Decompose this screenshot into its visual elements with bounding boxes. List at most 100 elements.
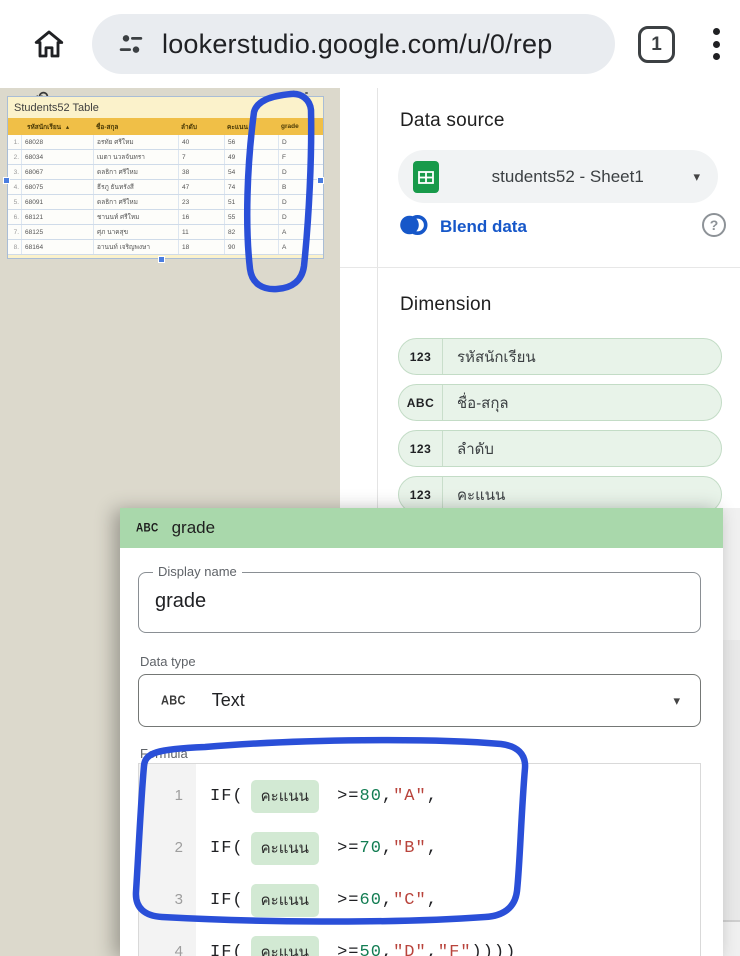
formula-token-pl: , xyxy=(382,839,393,858)
students-table-widget[interactable]: Students52 Table รหัสนักเรียน ▴ ชื่อ-สกุ… xyxy=(7,96,324,259)
cell-grade: D xyxy=(278,135,323,149)
display-name-label: Display name xyxy=(153,564,242,579)
table-row[interactable]: 4. 68075 ธีรภู ธันทรังสี 47 74 B xyxy=(8,180,323,195)
blend-data-button[interactable]: Blend data xyxy=(398,210,527,244)
row-index: 7. xyxy=(8,225,21,239)
cell-order: 16 xyxy=(178,210,224,224)
formula-editor[interactable]: 1234 IF(คะแนน >=80,"A",IF(คะแนน >=70,"B"… xyxy=(138,763,701,956)
selection-handle-bottom[interactable] xyxy=(158,256,165,263)
formula-token-num: 70 xyxy=(360,839,382,858)
formula-token-op: >= xyxy=(326,891,360,910)
formula-line-number: 2 xyxy=(139,822,196,874)
chevron-down-icon: ▾ xyxy=(673,693,680,709)
formula-code[interactable]: IF(คะแนน >=80,"A",IF(คะแนน >=70,"B",IF(ค… xyxy=(196,764,700,956)
cell-student-id: 68164 xyxy=(21,240,93,254)
header-score[interactable]: คะแนน xyxy=(224,122,278,132)
formula-line[interactable]: IF(คะแนน >=60,"C", xyxy=(210,874,700,926)
formula-token-pl: , xyxy=(382,891,393,910)
table-row[interactable]: 7. 68125 ศุภ นาคสุข 11 82 A xyxy=(8,225,323,240)
tab-switcher-button[interactable]: 1 xyxy=(638,26,675,63)
data-type-select[interactable]: ABC Text ▾ xyxy=(138,674,701,727)
formula-field-chip: คะแนน xyxy=(251,936,319,956)
selection-handle-right[interactable] xyxy=(317,177,324,184)
formula-token-op: >= xyxy=(326,839,360,858)
formula-token-kw: IF( xyxy=(210,839,244,858)
cell-grade: F xyxy=(278,150,323,164)
formula-token-pl: , xyxy=(427,943,438,956)
header-grade[interactable]: grade xyxy=(278,123,323,130)
cell-order: 7 xyxy=(178,150,224,164)
dimension-fields: 123 รหัสนักเรียน ABC ชื่อ-สกุล 123 ลำดับ… xyxy=(398,338,722,522)
table-row[interactable]: 3. 68067 ดลธิกา ศรีใหม 38 54 D xyxy=(8,165,323,180)
menu-icon[interactable] xyxy=(712,25,720,63)
cell-student-id: 68121 xyxy=(21,210,93,224)
table-row[interactable]: 1. 68028 อรทัย ศรีใหม 40 56 D xyxy=(8,135,323,150)
formula-token-pl: , xyxy=(427,787,438,806)
cell-score: 90 xyxy=(224,240,278,254)
home-icon[interactable] xyxy=(30,25,68,63)
formula-token-pl: , xyxy=(427,891,438,910)
cell-student-id: 68067 xyxy=(21,165,93,179)
formula-line[interactable]: IF(คะแนน >=70,"B", xyxy=(210,822,700,874)
data-source-name: students52 - Sheet1 xyxy=(442,167,693,187)
table-title: Students52 Table xyxy=(8,97,323,118)
formula-token-num: 80 xyxy=(360,787,382,806)
formula-token-str: "D" xyxy=(393,943,427,956)
row-index: 6. xyxy=(8,210,21,224)
cell-name: เมตา นวลจันทรา xyxy=(93,150,178,164)
table-row[interactable]: 2. 68034 เมตา นวลจันทรา 7 49 F xyxy=(8,150,323,165)
row-index: 1. xyxy=(8,135,21,149)
field-label: ลำดับ xyxy=(443,437,494,461)
header-student-id[interactable]: รหัสนักเรียน ▴ xyxy=(21,122,93,132)
formula-line-number: 3 xyxy=(139,874,196,926)
formula-token-str: "B" xyxy=(393,839,427,858)
data-source-heading: Data source xyxy=(400,110,505,132)
header-order[interactable]: ลำดับ xyxy=(178,122,224,132)
cell-name: ศุภ นาคสุข xyxy=(93,225,178,239)
header-name[interactable]: ชื่อ-สกุล xyxy=(93,122,178,132)
formula-line[interactable]: IF(คะแนน >=50,"D","F")))) xyxy=(210,926,700,956)
cell-name: อรทัย ศรีใหม xyxy=(93,135,178,149)
field-type-badge: ABC xyxy=(136,522,159,535)
field-edit-dialog: ABC grade Display name grade Data type A… xyxy=(120,508,723,956)
data-type-badge: ABC xyxy=(161,694,186,708)
formula-field-chip: คะแนน xyxy=(251,832,319,865)
table-row[interactable]: 6. 68121 ชานนท์ ศรีใหม 16 55 D xyxy=(8,210,323,225)
formula-token-kw: IF( xyxy=(210,891,244,910)
help-icon[interactable]: ? xyxy=(702,213,726,237)
dimension-field-pill[interactable]: 123 ลำดับ xyxy=(398,430,722,467)
table-row[interactable]: 5. 68091 ดลธิกา ศรีใหม 23 51 D xyxy=(8,195,323,210)
cell-score: 51 xyxy=(224,195,278,209)
cell-student-id: 68075 xyxy=(21,180,93,194)
cell-student-id: 68125 xyxy=(21,225,93,239)
formula-line[interactable]: IF(คะแนน >=80,"A", xyxy=(210,770,700,822)
cell-order: 18 xyxy=(178,240,224,254)
field-type-badge: 123 xyxy=(399,477,443,512)
table-row[interactable]: 8. 68164 อานนท์ เจริญพงษา 18 90 A xyxy=(8,240,323,255)
background-panel-strip xyxy=(723,508,740,956)
site-controls-icon[interactable] xyxy=(116,29,146,59)
url-bar[interactable]: lookerstudio.google.com/u/0/rep xyxy=(92,14,615,74)
formula-token-pl: , xyxy=(382,943,393,956)
cell-score: 82 xyxy=(224,225,278,239)
display-name-field[interactable]: Display name grade xyxy=(138,572,701,633)
data-type-value: Text xyxy=(212,690,245,711)
table-header-row: รหัสนักเรียน ▴ ชื่อ-สกุล ลำดับ คะแนน gra… xyxy=(8,118,323,135)
chevron-down-icon: ▾ xyxy=(693,169,700,185)
dimension-heading: Dimension xyxy=(400,294,492,316)
cell-score: 54 xyxy=(224,165,278,179)
google-sheets-icon xyxy=(410,160,442,194)
cell-student-id: 68028 xyxy=(21,135,93,149)
dimension-field-pill[interactable]: ABC ชื่อ-สกุล xyxy=(398,384,722,421)
formula-token-pl: , xyxy=(382,787,393,806)
formula-token-str: "C" xyxy=(393,891,427,910)
field-type-badge: ABC xyxy=(399,385,443,420)
dimension-field-pill[interactable]: 123 รหัสนักเรียน xyxy=(398,338,722,375)
data-type-label: Data type xyxy=(140,654,701,669)
data-source-selector[interactable]: students52 - Sheet1 ▾ xyxy=(398,150,718,203)
selection-handle-left[interactable] xyxy=(3,177,10,184)
field-label: คะแนน xyxy=(443,483,505,507)
cell-name: ดลธิกา ศรีใหม xyxy=(93,165,178,179)
cell-name: ชานนท์ ศรีใหม xyxy=(93,210,178,224)
cell-grade: A xyxy=(278,225,323,239)
